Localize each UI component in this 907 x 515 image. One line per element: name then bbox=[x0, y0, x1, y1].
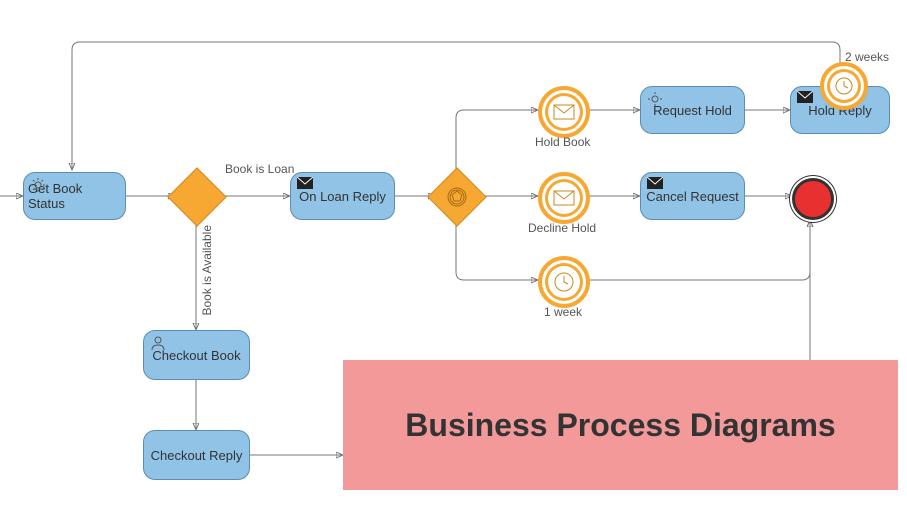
event-end[interactable] bbox=[792, 178, 834, 220]
edge-label-book-is-available: Book is Available bbox=[200, 225, 214, 316]
event-timer-2weeks[interactable] bbox=[820, 62, 868, 110]
event-decline-hold[interactable] bbox=[538, 172, 590, 224]
event-label: 1 week bbox=[544, 305, 582, 319]
envelope-black-icon bbox=[797, 91, 813, 107]
envelope-black-icon bbox=[297, 177, 313, 193]
event-hold-book[interactable] bbox=[538, 86, 590, 138]
pentagon-icon bbox=[446, 186, 468, 208]
envelope-open-icon bbox=[553, 104, 575, 120]
task-checkout-book[interactable]: Checkout Book bbox=[143, 330, 250, 380]
task-get-book-status[interactable]: Get Book Status bbox=[23, 172, 126, 220]
clock-icon bbox=[553, 271, 575, 293]
envelope-black-icon bbox=[647, 177, 663, 193]
gateway-exclusive-1[interactable] bbox=[167, 167, 226, 226]
task-cancel-request[interactable]: Cancel Request bbox=[640, 172, 745, 220]
event-label: Decline Hold bbox=[528, 221, 596, 235]
task-label: Request Hold bbox=[653, 103, 732, 118]
user-icon bbox=[150, 335, 166, 351]
envelope-open-icon bbox=[553, 190, 575, 206]
event-timer-1week[interactable] bbox=[538, 256, 590, 308]
gear-icon bbox=[647, 91, 663, 107]
task-request-hold[interactable]: Request Hold bbox=[640, 86, 745, 134]
event-label: 2 weeks bbox=[845, 50, 889, 64]
task-label: Checkout Reply bbox=[151, 448, 243, 463]
title-banner: Business Process Diagrams bbox=[343, 360, 898, 490]
edge-label-book-is-loan: Book is Loan bbox=[225, 162, 294, 176]
task-on-loan-reply[interactable]: On Loan Reply bbox=[290, 172, 395, 220]
gateway-event-based[interactable] bbox=[427, 167, 486, 226]
task-checkout-reply[interactable]: Checkout Reply bbox=[143, 430, 250, 480]
gear-icon bbox=[30, 177, 46, 193]
clock-icon bbox=[834, 76, 854, 96]
banner-text: Business Process Diagrams bbox=[405, 407, 835, 444]
bpmn-diagram-canvas: Get Book Status On Loan Reply Checkout B… bbox=[0, 0, 907, 515]
event-label: Hold Book bbox=[535, 135, 590, 149]
